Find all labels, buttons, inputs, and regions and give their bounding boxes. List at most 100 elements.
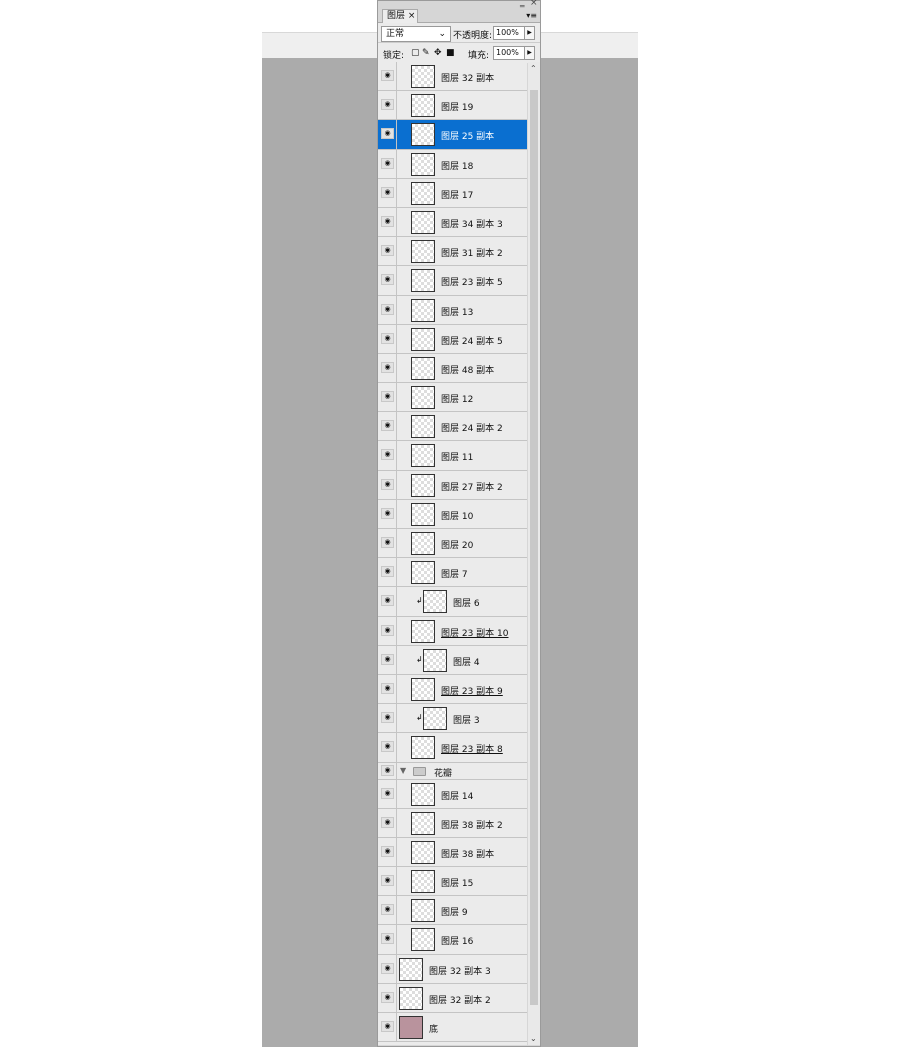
eye-icon[interactable]: ◉ [381,420,394,432]
clipping-arrow-icon: ↲ [416,654,423,664]
eye-icon[interactable]: ◉ [381,904,394,916]
layer-row[interactable]: ◉ 图层 17 [378,178,527,208]
opacity-slider-button[interactable]: ▶ [524,26,535,40]
eye-icon[interactable]: ◉ [381,537,394,548]
layer-row[interactable]: ◉ ↲ 图层 6 [378,587,527,617]
eye-icon[interactable]: ◉ [381,712,394,724]
layer-name: 图层 12 [441,395,474,406]
eye-icon[interactable]: ◉ [381,215,394,227]
layer-row[interactable]: ◉ 图层 24 副本 5 [378,324,527,354]
eye-icon[interactable]: ◉ [381,764,394,776]
eye-icon[interactable]: ◉ [381,478,394,490]
eye-icon[interactable]: ◉ [381,816,394,828]
layer-row[interactable]: ◉ 图层 7 [378,558,527,588]
layer-row[interactable]: ◉ 图层 14 [378,779,527,809]
eye-icon[interactable]: ◉ [381,245,394,257]
layer-name: 图层 25 副本 [441,132,495,143]
divider [396,645,397,674]
eye-icon[interactable]: ◉ [381,332,394,344]
layer-row[interactable]: ◉ ↲ 图层 4 [378,645,527,675]
layer-row[interactable]: ◉ 图层 48 副本 [378,353,527,384]
layer-row[interactable]: ◉ 图层 11 [378,441,527,471]
eye-icon[interactable]: ◉ [381,624,394,636]
scroll-up-icon[interactable]: ⌃ [530,64,537,73]
layer-name: 图层 3 [453,716,480,727]
eye-icon[interactable]: ◉ [381,653,394,665]
layer-name: 图层 32 副本 2 [429,995,491,1006]
layer-row[interactable]: ◉ 图层 15 [378,867,527,897]
eye-icon[interactable]: ◉ [381,682,394,694]
scroll-down-icon[interactable]: ⌄ [530,1034,537,1043]
collapse-button[interactable]: ‗ [520,0,525,8]
layer-thumbnail [411,870,435,894]
layer-name: 图层 16 [441,937,474,948]
lock-paint-icon[interactable]: ✎ [422,48,430,58]
layer-row[interactable]: ◉ 图层 20 [378,529,527,559]
eye-icon[interactable]: ◉ [381,962,394,974]
lock-all-icon[interactable]: ■ [446,48,455,58]
eye-icon[interactable]: ◉ [381,933,394,945]
layer-row[interactable]: ◉ 图层 9 [378,896,527,926]
expand-triangle-icon[interactable]: ▼ [400,766,406,775]
eye-icon[interactable]: ◉ [381,1021,394,1032]
layer-row[interactable]: ◉ 图层 25 副本 [378,120,527,150]
fill-input[interactable]: 100% [493,46,527,60]
scrollbar[interactable]: ⌃ ⌄ [528,62,540,1045]
eye-icon[interactable]: ◉ [381,303,394,315]
layer-row[interactable]: ◉ 底 [378,1013,527,1043]
eye-icon[interactable]: ◉ [381,99,394,111]
opacity-input[interactable]: 100% [493,26,527,40]
layer-name: 图层 32 副本 [441,74,495,84]
eye-icon[interactable]: ◉ [381,991,394,1003]
lock-move-icon[interactable]: ✥ [434,48,442,58]
layer-row[interactable]: ◉ 图层 23 副本 9 [378,674,527,705]
eye-icon[interactable]: ◉ [381,128,394,140]
layer-row[interactable]: ◉ 图层 23 副本 10 [378,616,527,646]
eye-icon[interactable]: ◉ [381,875,394,887]
eye-icon[interactable]: ◉ [381,741,394,753]
layer-row[interactable]: ◉ 图层 27 副本 2 [378,470,527,500]
divider [396,295,397,324]
eye-icon[interactable]: ◉ [381,449,394,461]
close-panel-button[interactable]: × [530,0,538,8]
layer-name: 图层 20 [441,541,474,551]
scrollbar-thumb[interactable] [530,90,538,1005]
layer-group[interactable]: ◉ ▼ 花瓣 [378,762,527,780]
eye-icon[interactable]: ◉ [381,566,394,578]
layer-row[interactable]: ◉ 图层 34 副本 3 [378,207,527,238]
layer-thumbnail [411,840,435,864]
fill-slider-button[interactable]: ▶ [524,46,535,60]
eye-icon[interactable]: ◉ [381,391,394,403]
layer-row[interactable]: ◉ 图层 13 [378,295,527,325]
blend-mode-select[interactable]: 正常 ⌄ [381,26,451,42]
layer-row[interactable]: ◉ 图层 18 [378,149,527,179]
panel-menu-icon[interactable]: ▾≡ [526,11,537,20]
layer-row[interactable]: ◉ 图层 12 [378,383,527,413]
layer-row[interactable]: ◉ 图层 38 副本 2 [378,808,527,838]
eye-icon[interactable]: ◉ [381,361,394,373]
eye-icon[interactable]: ◉ [381,157,394,169]
layer-row[interactable]: ◉ 图层 38 副本 [378,837,527,868]
tab-close-icon[interactable]: × [408,11,416,21]
tab-layers[interactable]: 图层 × [382,9,418,24]
eye-icon[interactable]: ◉ [381,70,394,81]
eye-icon[interactable]: ◉ [381,845,394,857]
lock-transparent-icon[interactable]: ▢ [411,48,420,58]
layer-row[interactable]: ◉ 图层 10 [378,499,527,529]
layer-row[interactable]: ◉ 图层 23 副本 5 [378,266,527,296]
layer-name: 底 [429,1025,439,1035]
layer-row[interactable]: ◉ 图层 19 [378,91,527,121]
layer-row[interactable]: ◉ 图层 32 副本 2 [378,983,527,1013]
eye-icon[interactable]: ◉ [381,595,394,607]
eye-icon[interactable]: ◉ [381,507,394,519]
eye-icon[interactable]: ◉ [381,787,394,799]
layer-row[interactable]: ◉ 图层 23 副本 8 [378,733,527,763]
eye-icon[interactable]: ◉ [381,274,394,286]
layer-row[interactable]: ◉ 图层 16 [378,925,527,955]
layer-row[interactable]: ◉ 图层 32 副本 [378,62,527,92]
layer-row[interactable]: ◉ 图层 32 副本 3 [378,954,527,984]
layer-row[interactable]: ◉ 图层 24 副本 2 [378,412,527,442]
layer-row[interactable]: ◉ 图层 31 副本 2 [378,237,527,267]
eye-icon[interactable]: ◉ [381,186,394,198]
layer-row[interactable]: ◉ ↲ 图层 3 [378,704,527,734]
